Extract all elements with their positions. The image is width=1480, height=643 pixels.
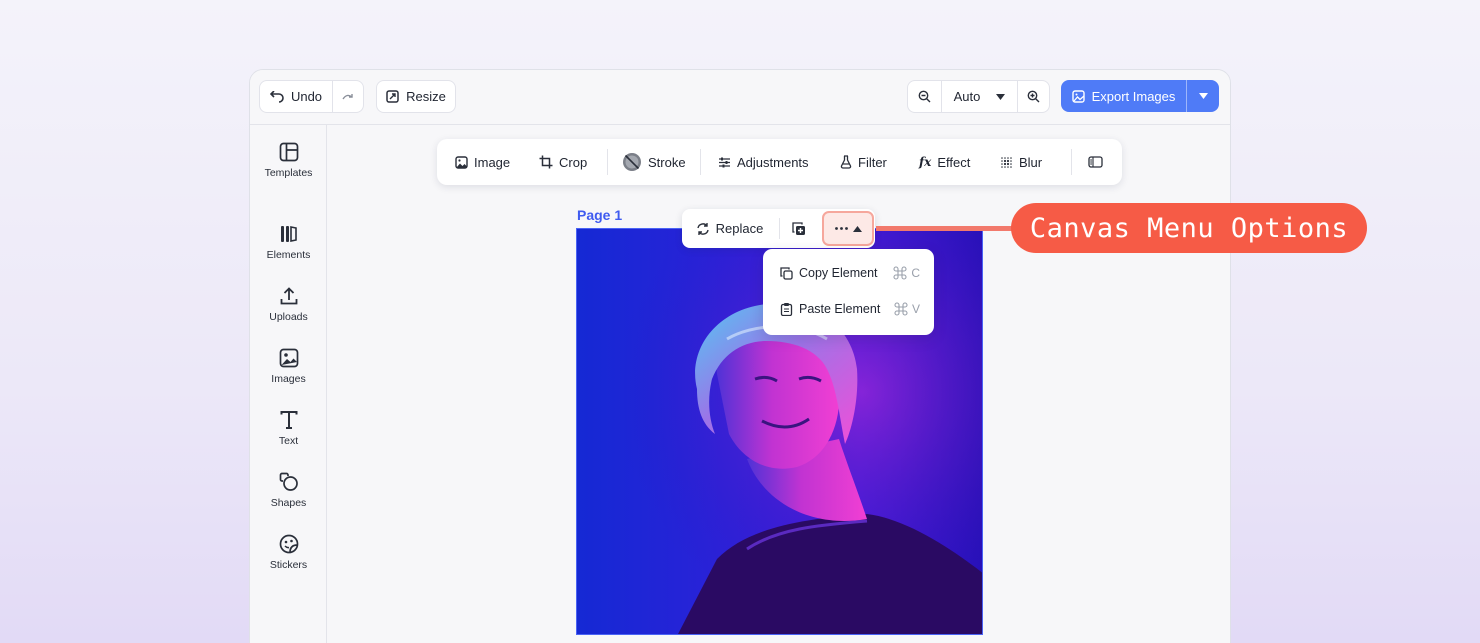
sidebar-item-label: Text <box>278 435 299 447</box>
chevron-down-icon <box>996 93 1006 100</box>
duplicate-icon <box>792 221 805 235</box>
sidebar-item-label: Shapes <box>270 497 307 509</box>
shapes-icon <box>279 472 298 491</box>
undo-button[interactable]: Undo <box>260 81 332 112</box>
replace-button[interactable]: Replace <box>682 209 777 248</box>
tool-adjustments-label: Adjustments <box>737 154 809 170</box>
more-options-button[interactable] <box>822 211 874 246</box>
elements-icon <box>280 226 297 242</box>
tool-stroke[interactable]: Stroke <box>622 139 686 185</box>
element-toolbar-divider <box>779 218 780 239</box>
callout-badge: Canvas Menu Options <box>1011 203 1367 253</box>
export-dropdown-button[interactable] <box>1186 80 1219 112</box>
editor-window: Undo Resize Auto Export Images Templates… <box>249 69 1231 643</box>
zoom-out-button[interactable] <box>908 81 941 112</box>
shortcut: V <box>894 302 920 316</box>
menu-item-label: Paste Element <box>799 302 881 316</box>
tool-effect-label: Effect <box>937 154 971 170</box>
export-images-button[interactable]: Export Images <box>1061 80 1186 112</box>
command-icon <box>894 302 908 316</box>
sidebar-item-templates[interactable]: Templates <box>250 142 327 192</box>
sidebar-item-label: Stickers <box>269 559 308 571</box>
export-group: Export Images <box>1061 80 1219 112</box>
replace-icon <box>696 222 709 235</box>
image-icon <box>455 155 468 169</box>
redo-button[interactable] <box>332 81 363 112</box>
zoom-group: Auto <box>907 80 1050 113</box>
toolbar-divider <box>1071 149 1072 175</box>
sidebar-item-elements[interactable]: Elements <box>250 224 327 274</box>
zoom-value: Auto <box>953 89 981 104</box>
shortcut-key: V <box>911 302 920 316</box>
shortcut: C <box>893 266 920 280</box>
sidebar-item-text[interactable]: Text <box>250 410 327 460</box>
page-title: Page 1 <box>577 207 623 223</box>
fx-icon: fx <box>919 155 932 169</box>
chevron-down-icon <box>1198 93 1208 99</box>
history-group: Undo <box>259 80 364 113</box>
menu-item-label: Copy Element <box>799 266 878 280</box>
sidebar-item-label: Images <box>271 373 306 385</box>
toolbar-divider <box>700 149 701 175</box>
callout-connector <box>876 226 1016 231</box>
resize-label: Resize <box>406 89 446 104</box>
tool-filter-label: Filter <box>858 154 887 170</box>
tool-blur[interactable]: Blur <box>1000 139 1042 185</box>
image-icon <box>279 348 298 368</box>
image-toolbar: Image Crop Stroke Adjustments Filter fx … <box>437 139 1122 185</box>
sidebar-item-stickers[interactable]: Stickers <box>250 534 327 584</box>
chevron-up-icon <box>852 225 862 232</box>
clipboard-icon <box>780 303 793 316</box>
menu-item-paste-element[interactable]: Paste Element V <box>780 299 920 319</box>
tool-adjustments[interactable]: Adjustments <box>718 139 809 185</box>
crop-icon <box>539 155 553 169</box>
tool-image[interactable]: Image <box>455 139 510 185</box>
sticker-icon <box>279 534 298 554</box>
sidebar-item-label: Uploads <box>269 311 308 323</box>
sidebar-item-label: Templates <box>264 167 313 179</box>
tool-image-label: Image <box>474 154 511 170</box>
toggle-panel-button[interactable] <box>1088 139 1103 185</box>
command-icon <box>893 266 907 280</box>
export-image-icon <box>1071 89 1085 103</box>
shortcut-key: C <box>911 266 920 280</box>
zoom-in-icon <box>1027 90 1040 103</box>
tool-effect[interactable]: fx Effect <box>919 139 970 185</box>
top-bar: Undo Resize Auto Export Images <box>250 70 1230 125</box>
tool-crop-label: Crop <box>559 154 588 170</box>
stroke-icon <box>623 153 641 171</box>
copy-icon <box>780 266 793 280</box>
undo-label: Undo <box>290 89 323 104</box>
text-icon <box>280 411 297 429</box>
duplicate-button[interactable] <box>781 209 817 248</box>
zoom-in-button[interactable] <box>1017 81 1049 112</box>
sliders-icon <box>719 157 730 167</box>
tool-filter[interactable]: Filter <box>840 139 887 185</box>
sidebar-item-uploads[interactable]: Uploads <box>250 286 327 336</box>
redo-icon <box>342 93 353 99</box>
blur-icon <box>1001 156 1012 168</box>
export-label: Export Images <box>1091 88 1176 104</box>
sidebar-item-shapes[interactable]: Shapes <box>250 472 327 522</box>
replace-label: Replace <box>715 221 764 236</box>
tool-stroke-label: Stroke <box>648 154 686 170</box>
resize-button[interactable]: Resize <box>376 80 456 113</box>
zoom-select[interactable]: Auto <box>941 81 1017 112</box>
tool-crop[interactable]: Crop <box>539 139 587 185</box>
templates-icon <box>279 142 298 162</box>
sidebar: Templates Elements Uploads Images Text S… <box>250 125 327 643</box>
zoom-out-icon <box>918 90 931 103</box>
toolbar-divider <box>607 149 608 175</box>
more-icon <box>834 227 848 230</box>
menu-item-copy-element[interactable]: Copy Element C <box>780 263 920 283</box>
canvas-context-menu: Copy Element C Paste Element V <box>763 249 934 335</box>
flask-icon <box>840 155 852 169</box>
upload-icon <box>280 287 297 305</box>
sidebar-item-images[interactable]: Images <box>250 348 327 398</box>
sidebar-item-label: Elements <box>266 249 311 261</box>
resize-icon <box>386 90 399 103</box>
tool-blur-label: Blur <box>1019 154 1043 170</box>
panel-icon <box>1088 156 1103 168</box>
undo-icon <box>269 90 284 103</box>
